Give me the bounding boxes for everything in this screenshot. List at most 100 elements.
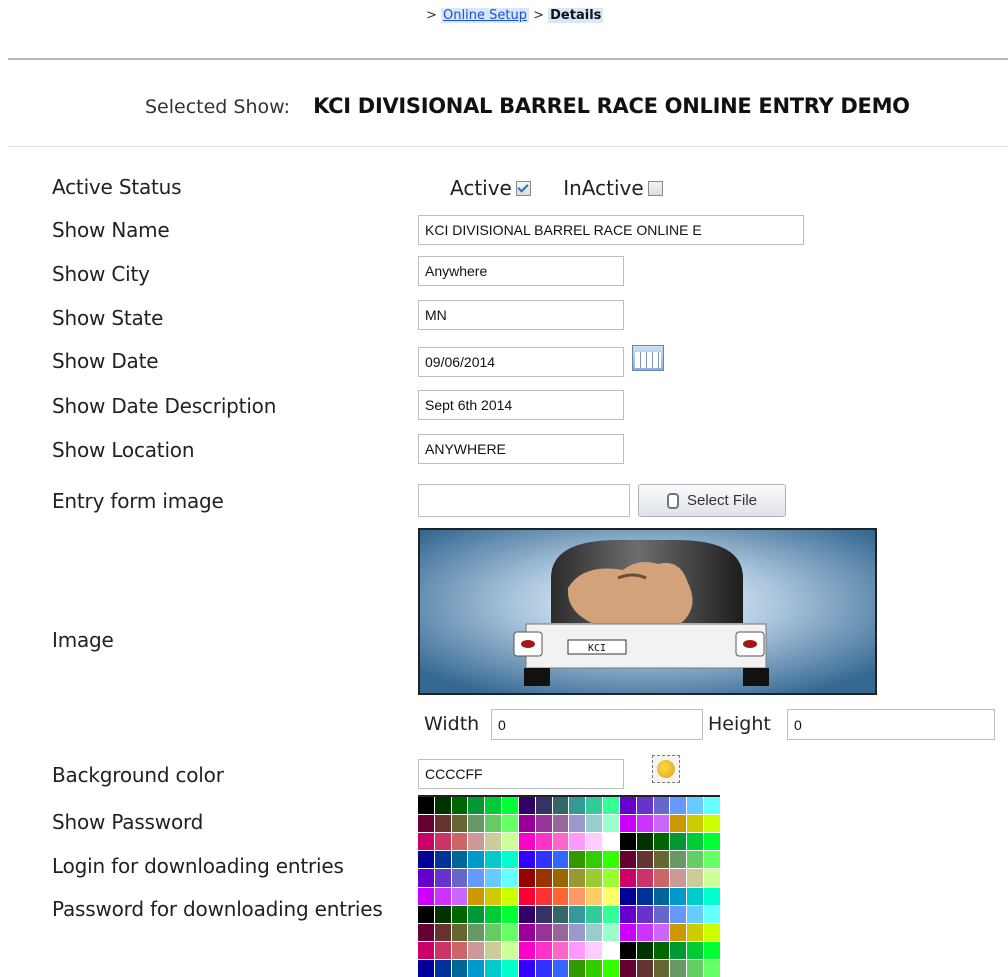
color-swatch[interactable]: [670, 959, 687, 977]
color-swatch[interactable]: [552, 959, 569, 977]
color-swatch[interactable]: [552, 887, 569, 905]
width-input[interactable]: [491, 709, 703, 740]
color-swatch[interactable]: [451, 851, 468, 869]
color-swatch[interactable]: [552, 905, 569, 923]
color-swatch[interactable]: [569, 887, 586, 905]
color-swatch[interactable]: [535, 797, 552, 815]
color-swatch[interactable]: [653, 959, 670, 977]
color-swatch[interactable]: [636, 905, 653, 923]
color-swatch[interactable]: [434, 851, 451, 869]
color-swatch[interactable]: [468, 959, 485, 977]
color-swatch[interactable]: [619, 869, 636, 887]
show-location-input[interactable]: [418, 434, 624, 464]
color-swatch[interactable]: [687, 905, 704, 923]
color-swatch[interactable]: [518, 797, 535, 815]
color-swatch[interactable]: [636, 923, 653, 941]
calendar-icon[interactable]: [632, 345, 664, 371]
color-swatch[interactable]: [518, 869, 535, 887]
color-swatch[interactable]: [670, 869, 687, 887]
color-swatch[interactable]: [552, 815, 569, 833]
color-swatch[interactable]: [619, 905, 636, 923]
color-swatch[interactable]: [518, 959, 535, 977]
color-swatch[interactable]: [619, 887, 636, 905]
color-swatch[interactable]: [569, 941, 586, 959]
color-swatch[interactable]: [603, 815, 619, 833]
color-swatch[interactable]: [418, 815, 434, 833]
color-swatch[interactable]: [451, 887, 468, 905]
color-swatch[interactable]: [704, 797, 720, 815]
inactive-checkbox[interactable]: [647, 181, 663, 196]
color-swatch[interactable]: [653, 869, 670, 887]
color-swatch[interactable]: [468, 833, 485, 851]
color-swatch[interactable]: [569, 923, 586, 941]
color-swatch[interactable]: [485, 797, 502, 815]
color-swatch[interactable]: [468, 851, 485, 869]
entry-form-image-input[interactable]: [418, 484, 630, 517]
color-swatch[interactable]: [468, 869, 485, 887]
color-swatch[interactable]: [552, 833, 569, 851]
color-swatch[interactable]: [468, 887, 485, 905]
color-swatch[interactable]: [418, 923, 434, 941]
color-swatch[interactable]: [619, 797, 636, 815]
color-swatch[interactable]: [418, 941, 434, 959]
color-swatch[interactable]: [586, 959, 603, 977]
color-swatch[interactable]: [653, 833, 670, 851]
color-swatch[interactable]: [518, 923, 535, 941]
color-swatch[interactable]: [586, 887, 603, 905]
color-swatch[interactable]: [418, 869, 434, 887]
color-swatch[interactable]: [586, 905, 603, 923]
color-swatch[interactable]: [451, 833, 468, 851]
color-swatch[interactable]: [687, 941, 704, 959]
color-swatch[interactable]: [704, 851, 720, 869]
color-swatch[interactable]: [434, 797, 451, 815]
color-swatch[interactable]: [619, 959, 636, 977]
color-swatch[interactable]: [653, 815, 670, 833]
color-swatch[interactable]: [653, 851, 670, 869]
color-swatch[interactable]: [586, 869, 603, 887]
color-swatch[interactable]: [704, 941, 720, 959]
color-swatch[interactable]: [653, 941, 670, 959]
color-swatch[interactable]: [535, 815, 552, 833]
show-name-input[interactable]: [418, 215, 804, 245]
color-swatch[interactable]: [451, 941, 468, 959]
color-swatch[interactable]: [636, 959, 653, 977]
color-swatch[interactable]: [653, 905, 670, 923]
color-swatch[interactable]: [518, 815, 535, 833]
color-swatch[interactable]: [468, 797, 485, 815]
color-swatch[interactable]: [552, 869, 569, 887]
color-swatch[interactable]: [569, 797, 586, 815]
color-swatch[interactable]: [636, 815, 653, 833]
color-swatch[interactable]: [434, 905, 451, 923]
color-swatch[interactable]: [687, 797, 704, 815]
color-swatch[interactable]: [670, 887, 687, 905]
color-swatch[interactable]: [451, 959, 468, 977]
color-swatch[interactable]: [670, 851, 687, 869]
color-swatch[interactable]: [468, 941, 485, 959]
color-swatch[interactable]: [434, 833, 451, 851]
show-city-input[interactable]: [418, 256, 624, 286]
color-swatch[interactable]: [586, 923, 603, 941]
color-swatch[interactable]: [569, 833, 586, 851]
color-swatch[interactable]: [704, 905, 720, 923]
color-swatch[interactable]: [704, 923, 720, 941]
color-swatch[interactable]: [619, 833, 636, 851]
color-swatch[interactable]: [586, 941, 603, 959]
color-swatch[interactable]: [552, 851, 569, 869]
color-swatch[interactable]: [485, 887, 502, 905]
color-swatch[interactable]: [451, 797, 468, 815]
color-swatch[interactable]: [704, 959, 720, 977]
color-swatch[interactable]: [502, 905, 518, 923]
color-swatch[interactable]: [687, 815, 704, 833]
show-state-input[interactable]: [418, 300, 624, 330]
color-swatch[interactable]: [468, 905, 485, 923]
color-swatch[interactable]: [485, 869, 502, 887]
color-swatch[interactable]: [418, 851, 434, 869]
color-swatch[interactable]: [485, 941, 502, 959]
color-swatch[interactable]: [704, 833, 720, 851]
color-swatch[interactable]: [569, 851, 586, 869]
color-swatch[interactable]: [552, 923, 569, 941]
color-swatch[interactable]: [535, 923, 552, 941]
color-swatch[interactable]: [434, 941, 451, 959]
color-swatch[interactable]: [485, 959, 502, 977]
color-swatch[interactable]: [502, 851, 518, 869]
